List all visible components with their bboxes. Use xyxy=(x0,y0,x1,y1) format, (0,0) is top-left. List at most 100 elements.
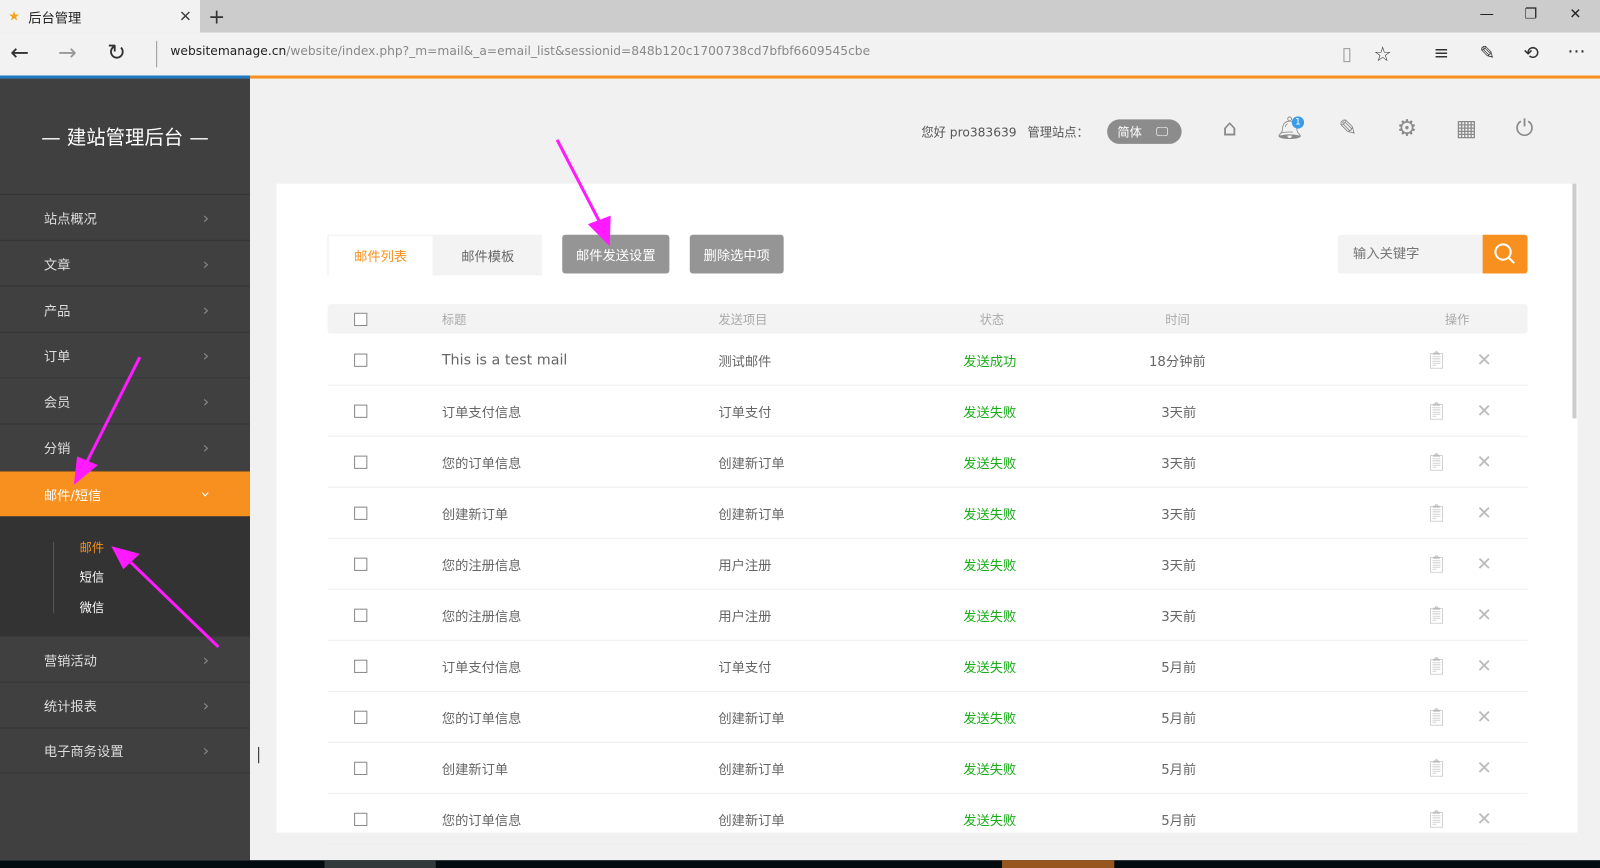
sidebar-item-label: 产品 xyxy=(43,303,71,319)
row-item: 用户注册 xyxy=(718,558,772,574)
chevron-right-icon: › xyxy=(202,437,210,457)
clipboard-icon[interactable]: 📋︎ xyxy=(1425,554,1447,574)
home-icon[interactable]: ⌂ xyxy=(1216,116,1243,145)
row-title[interactable]: 您的注册信息 xyxy=(442,605,522,624)
row-title[interactable]: 您的订单信息 xyxy=(442,707,522,726)
delete-x-icon[interactable]: ✕ xyxy=(1477,757,1492,778)
row-item: 测试邮件 xyxy=(718,354,772,370)
clipboard-icon[interactable]: 📋︎ xyxy=(1425,401,1447,421)
row-checkbox[interactable] xyxy=(354,353,368,367)
tab-mail-list[interactable]: 邮件列表 xyxy=(327,234,434,276)
tab-mail-templates[interactable]: 邮件模板 xyxy=(433,234,542,276)
web-note-icon[interactable]: ✎ xyxy=(1480,43,1495,64)
row-time: 3天前 xyxy=(1161,558,1197,574)
row-title[interactable]: 创建新订单 xyxy=(442,503,508,522)
submenu-item-sms[interactable]: 短信 xyxy=(80,568,105,585)
bell-icon[interactable]: 🔔︎ 1 xyxy=(1276,116,1305,145)
delete-x-icon[interactable]: ✕ xyxy=(1477,604,1492,625)
clipboard-icon[interactable]: 📋︎ xyxy=(1425,758,1447,778)
row-time: 3天前 xyxy=(1161,609,1197,625)
submenu-item-wechat[interactable]: 微信 xyxy=(80,599,105,616)
delete-x-icon[interactable]: ✕ xyxy=(1477,655,1492,676)
row-title[interactable]: 创建新订单 xyxy=(442,758,508,777)
clipboard-icon[interactable]: 📋︎ xyxy=(1425,503,1447,523)
row-title[interactable]: 您的订单信息 xyxy=(442,452,522,471)
submenu-tree-line xyxy=(53,541,55,614)
row-checkbox[interactable] xyxy=(354,710,368,724)
row-title[interactable]: 您的订单信息 xyxy=(442,809,522,828)
hub-icon[interactable]: ≡ xyxy=(1434,43,1449,64)
sidebar-item-orders[interactable]: 订单 › xyxy=(0,331,250,378)
minimize-icon[interactable]: — xyxy=(1480,6,1494,22)
row-title[interactable]: 订单支付信息 xyxy=(442,656,522,675)
search-button[interactable] xyxy=(1482,234,1528,274)
search-input[interactable] xyxy=(1337,234,1483,274)
taskbar-app[interactable] xyxy=(324,860,436,868)
monitor-icon: 🖵 xyxy=(1156,123,1168,139)
reading-view-icon[interactable]: ▯ xyxy=(1342,44,1352,65)
refresh-icon[interactable]: ↻ xyxy=(107,41,126,67)
language-switch[interactable]: 简体 🖵 xyxy=(1107,119,1182,144)
share-icon[interactable]: ⟲ xyxy=(1523,43,1538,64)
sidebar-item-distribution[interactable]: 分销 › xyxy=(0,423,250,469)
row-checkbox[interactable] xyxy=(354,455,368,469)
user-greeting: 您好 pro383639 xyxy=(921,125,1017,140)
delete-x-icon[interactable]: ✕ xyxy=(1477,502,1492,523)
apps-grid-icon[interactable]: ▦ xyxy=(1453,116,1480,145)
delete-x-icon[interactable]: ✕ xyxy=(1477,349,1492,370)
row-time: 3天前 xyxy=(1161,507,1197,523)
delete-selected-button[interactable]: 删除选中项 xyxy=(689,234,784,274)
taskbar-app-active[interactable] xyxy=(1002,860,1115,868)
edit-icon[interactable]: ✎ xyxy=(1335,116,1362,145)
row-checkbox[interactable] xyxy=(354,812,368,826)
sidebar-item-articles[interactable]: 文章 › xyxy=(0,239,250,286)
sidebar-item-label: 站点概况 xyxy=(43,211,97,228)
favorite-star-icon[interactable]: ☆ xyxy=(1373,42,1391,66)
delete-x-icon[interactable]: ✕ xyxy=(1477,808,1492,829)
delete-x-icon[interactable]: ✕ xyxy=(1477,553,1492,574)
sidebar-item-members[interactable]: 会员 › xyxy=(0,377,250,424)
row-title[interactable]: This is a test mail xyxy=(442,352,568,368)
delete-x-icon[interactable]: ✕ xyxy=(1477,706,1492,727)
submenu-item-mail[interactable]: 邮件 xyxy=(80,539,105,556)
clipboard-icon[interactable]: 📋︎ xyxy=(1425,605,1447,625)
scrollbar[interactable] xyxy=(1572,183,1577,419)
close-window-icon[interactable]: ✕ xyxy=(1569,6,1581,22)
clipboard-icon[interactable]: 📋︎ xyxy=(1425,452,1447,472)
sidebar-item-ecommerce-settings[interactable]: 电子商务设置 › xyxy=(0,727,250,774)
row-item: 创建新订单 xyxy=(718,456,785,472)
new-tab-icon[interactable]: + xyxy=(208,4,225,28)
clipboard-icon[interactable]: 📋︎ xyxy=(1425,809,1447,829)
clipboard-icon[interactable]: 📋︎ xyxy=(1425,349,1447,369)
clipboard-icon[interactable]: 📋︎ xyxy=(1425,707,1447,727)
row-checkbox[interactable] xyxy=(354,761,368,775)
sidebar-item-label: 电子商务设置 xyxy=(43,744,124,761)
sidebar-item-mail-sms[interactable]: 邮件/短信 › xyxy=(0,470,250,517)
sidebar-item-products[interactable]: 产品 › xyxy=(0,285,250,332)
row-checkbox[interactable] xyxy=(354,608,368,622)
gear-icon[interactable]: ⚙ xyxy=(1394,116,1421,145)
close-tab-icon[interactable]: ✕ xyxy=(179,7,192,25)
row-title[interactable]: 您的注册信息 xyxy=(442,554,522,573)
row-checkbox[interactable] xyxy=(354,659,368,673)
more-icon[interactable]: ⋯ xyxy=(1567,41,1585,62)
row-checkbox[interactable] xyxy=(354,557,368,571)
back-icon[interactable]: ← xyxy=(10,41,29,67)
power-icon[interactable]: ⏻ xyxy=(1511,116,1538,145)
send-settings-button[interactable]: 邮件发送设置 xyxy=(562,234,670,274)
row-checkbox[interactable] xyxy=(354,404,368,418)
url-field[interactable]: websitemanage.cn/website/index.php?_m=ma… xyxy=(170,44,870,58)
browser-tab[interactable]: ★ 后台管理 ✕ xyxy=(0,0,200,33)
forward-icon[interactable]: → xyxy=(58,41,77,67)
sidebar-item-marketing[interactable]: 营销活动 › xyxy=(0,635,250,682)
delete-x-icon[interactable]: ✕ xyxy=(1477,451,1492,472)
restore-icon[interactable]: ❐ xyxy=(1524,6,1537,22)
row-checkbox[interactable] xyxy=(354,506,368,520)
select-all-checkbox[interactable] xyxy=(354,312,368,326)
clipboard-icon[interactable]: 📋︎ xyxy=(1425,656,1447,676)
delete-x-icon[interactable]: ✕ xyxy=(1477,400,1492,421)
sidebar-item-reports[interactable]: 统计报表 › xyxy=(0,681,250,728)
sidebar-item-overview[interactable]: 站点概况 › xyxy=(0,193,250,240)
table-row: 您的订单信息 创建新订单 发送失败 5月前 📋︎ ✕ xyxy=(327,692,1528,743)
row-title[interactable]: 订单支付信息 xyxy=(442,401,522,420)
